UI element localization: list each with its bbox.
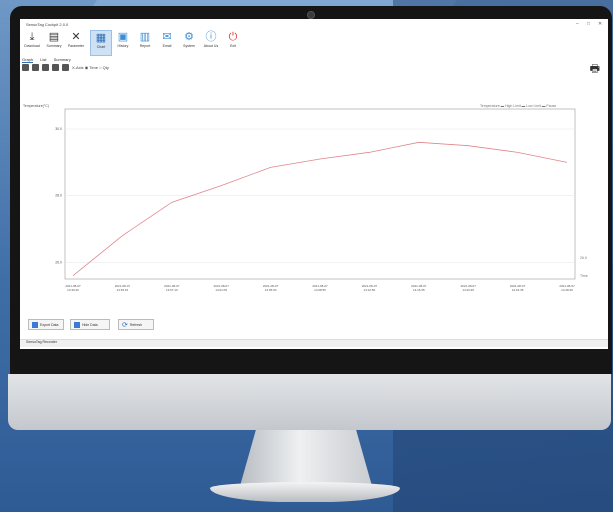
download-button[interactable]: ⤓ Download (22, 30, 42, 54)
y-tick-label: 30.0 (55, 127, 62, 131)
x-tick-label: 2021-08-07 14:28:30 (559, 284, 575, 292)
email-icon: ✉ (162, 31, 172, 43)
history-button[interactable]: ▣ History (113, 30, 133, 54)
x-tick-label: 2021-08-07 13:53:15 (115, 284, 131, 292)
monitor-chin (8, 374, 611, 430)
close-icon[interactable]: ✕ (598, 21, 602, 27)
pan-left-button[interactable] (42, 64, 49, 71)
tab-summary[interactable]: Summary (54, 57, 71, 62)
parameter-button[interactable]: ✕ Parameter (66, 30, 86, 54)
export-data-button[interactable]: Export Data (28, 319, 64, 330)
x-tick-label: 2021-08-07 13:49:20 (65, 284, 81, 292)
monitor-stand (240, 430, 372, 486)
status-bar: SensoTag Recorder (20, 339, 608, 347)
power-icon: ⏻ (228, 31, 238, 43)
info-icon: ⓘ (205, 31, 217, 43)
pan-right-button[interactable] (52, 64, 59, 71)
window-title: SensoTag Cockpit 2.0.0 (26, 22, 69, 27)
right-axis-label: 26.0 (580, 256, 587, 260)
x-tick-label: 2021-08-07 14:16:45 (411, 284, 427, 292)
maximize-icon[interactable]: □ (587, 21, 590, 27)
y-tick-label: 28.0 (55, 194, 62, 198)
app-window: SensoTag Cockpit 2.0.0 – □ ✕ ⤓ Download … (20, 19, 608, 349)
y-tick-label: 26.0 (55, 260, 62, 264)
title-bar: SensoTag Cockpit 2.0.0 – □ ✕ (20, 19, 608, 29)
report-icon: ▥ (139, 31, 151, 43)
minimize-icon[interactable]: – (576, 21, 579, 27)
x-axis-mode: X-Axis ◉ Time ○ Qty (72, 65, 109, 70)
tab-list[interactable]: List (40, 57, 46, 62)
chart-button[interactable]: ▦ Chart (90, 30, 112, 56)
history-icon: ▣ (117, 31, 129, 43)
summary-icon: ▤ (48, 31, 60, 43)
plot-area (64, 108, 576, 280)
system-button[interactable]: ⚙ System (179, 30, 199, 54)
tools-icon: ✕ (71, 31, 81, 43)
report-button[interactable]: ▥ Report (135, 30, 155, 54)
x-tick-label: 2021-08-07 14:08:55 (312, 284, 328, 292)
email-button[interactable]: ✉ Email (157, 30, 177, 54)
reset-zoom-button[interactable] (62, 64, 69, 71)
x-tick-label: 2021-08-07 14:24:35 (510, 284, 526, 292)
x-tick-label: 2021-08-07 14:01:05 (214, 284, 230, 292)
zoom-in-button[interactable] (22, 64, 29, 71)
export-icon (32, 321, 38, 328)
hide-data-button[interactable]: Hide Data (70, 319, 110, 330)
x-tick-label: 2021-08-07 14:05:00 (263, 284, 279, 292)
tab-graph[interactable]: Graph (22, 57, 34, 63)
zoom-out-button[interactable] (32, 64, 39, 71)
x-tick-label: 2021-08-07 14:20:40 (461, 284, 477, 292)
printer-icon[interactable]: 🖶 (590, 60, 600, 79)
summary-button[interactable]: ▤ Summary (44, 30, 64, 54)
settings-icon: ⚙ (184, 31, 194, 43)
chart-icon: ▦ (95, 32, 107, 44)
exit-button[interactable]: ⏻ Exit (223, 30, 243, 54)
tab-bar: Graph List Summary (22, 57, 77, 63)
about-button[interactable]: ⓘ About Us (201, 30, 221, 54)
temperature-chart: 30.0 28.0 26.0 2021-08-07 13:49:20 2021-08-0… (55, 108, 588, 292)
refresh-button[interactable]: ⟳ Refresh (118, 319, 154, 330)
refresh-icon: ⟳ (122, 321, 128, 329)
download-icon: ⤓ (29, 31, 35, 43)
camera-icon (307, 11, 315, 19)
toolbar: ⤓ Download ▤ Summary ✕ Parameter ▦ Chart… (20, 30, 608, 56)
table-icon (74, 321, 80, 328)
monitor-base (210, 482, 400, 502)
monitor-bezel: SensoTag Cockpit 2.0.0 – □ ✕ ⤓ Download … (10, 6, 612, 374)
x-tick-label: 2021-08-07 13:57:10 (164, 284, 180, 292)
x-tick-label: 2021-08-07 14:12:50 (362, 284, 378, 292)
right-axis-unit: Time (580, 274, 588, 278)
